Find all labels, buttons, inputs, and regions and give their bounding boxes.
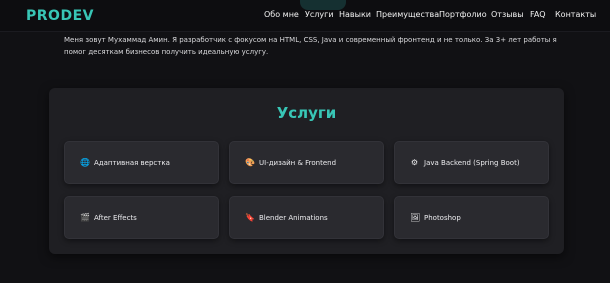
service-label: Java Backend (Spring Boot) bbox=[424, 158, 520, 167]
service-card-photoshop[interactable]: 🖼 Photoshop bbox=[394, 196, 549, 239]
services-title: Услуги bbox=[276, 104, 337, 122]
nav-link-faq[interactable]: FAQ bbox=[530, 10, 546, 19]
service-label: UI-дизайн & Frontend bbox=[259, 158, 337, 167]
blender-icon: 🔖 bbox=[245, 213, 255, 222]
service-label: Blender Animations bbox=[259, 213, 328, 222]
nav-link-advantages[interactable]: Преимущества bbox=[376, 10, 439, 19]
top-navbar: PRODEV Обо мне Услуги Навыки Преимуществ… bbox=[0, 0, 610, 32]
service-card-after-effects[interactable]: 🎬 After Effects bbox=[64, 196, 219, 239]
service-label: After Effects bbox=[94, 213, 137, 222]
nav-link-services[interactable]: Услуги bbox=[305, 10, 334, 19]
about-text: Меня зовут Мухаммад Амин. Я разработчик … bbox=[64, 36, 557, 56]
nav-link-reviews[interactable]: Отзывы bbox=[491, 10, 524, 19]
service-card-java-backend[interactable]: ⚙ Java Backend (Spring Boot) bbox=[394, 141, 549, 184]
nav-link-contacts[interactable]: Контакты bbox=[555, 10, 596, 19]
service-label: Адаптивная верстка bbox=[94, 158, 170, 167]
site-logo[interactable]: PRODEV bbox=[26, 8, 94, 24]
service-label: Photoshop bbox=[424, 213, 461, 222]
picture-icon: 🖼 bbox=[410, 213, 421, 222]
nav-link-about[interactable]: Обо мне bbox=[264, 10, 299, 19]
service-card-ui-design[interactable]: 🎨 UI-дизайн & Frontend bbox=[229, 141, 384, 184]
palette-icon: 🎨 bbox=[245, 158, 255, 167]
services-panel: Услуги 🌐 Адаптивная верстка 🎨 UI-дизайн … bbox=[49, 88, 564, 254]
service-card-adaptive[interactable]: 🌐 Адаптивная верстка bbox=[64, 141, 219, 184]
globe-icon: 🌐 bbox=[80, 158, 90, 167]
film-icon: 🎬 bbox=[80, 213, 90, 222]
decorative-glow bbox=[300, 0, 346, 10]
main-menu: Обо мне Услуги Навыки Преимущества Портф… bbox=[264, 10, 608, 24]
gear-icon: ⚙ bbox=[410, 158, 419, 167]
service-card-blender[interactable]: 🔖 Blender Animations bbox=[229, 196, 384, 239]
nav-link-skills[interactable]: Навыки bbox=[339, 10, 371, 19]
nav-link-portfolio[interactable]: Портфолио bbox=[439, 10, 487, 19]
